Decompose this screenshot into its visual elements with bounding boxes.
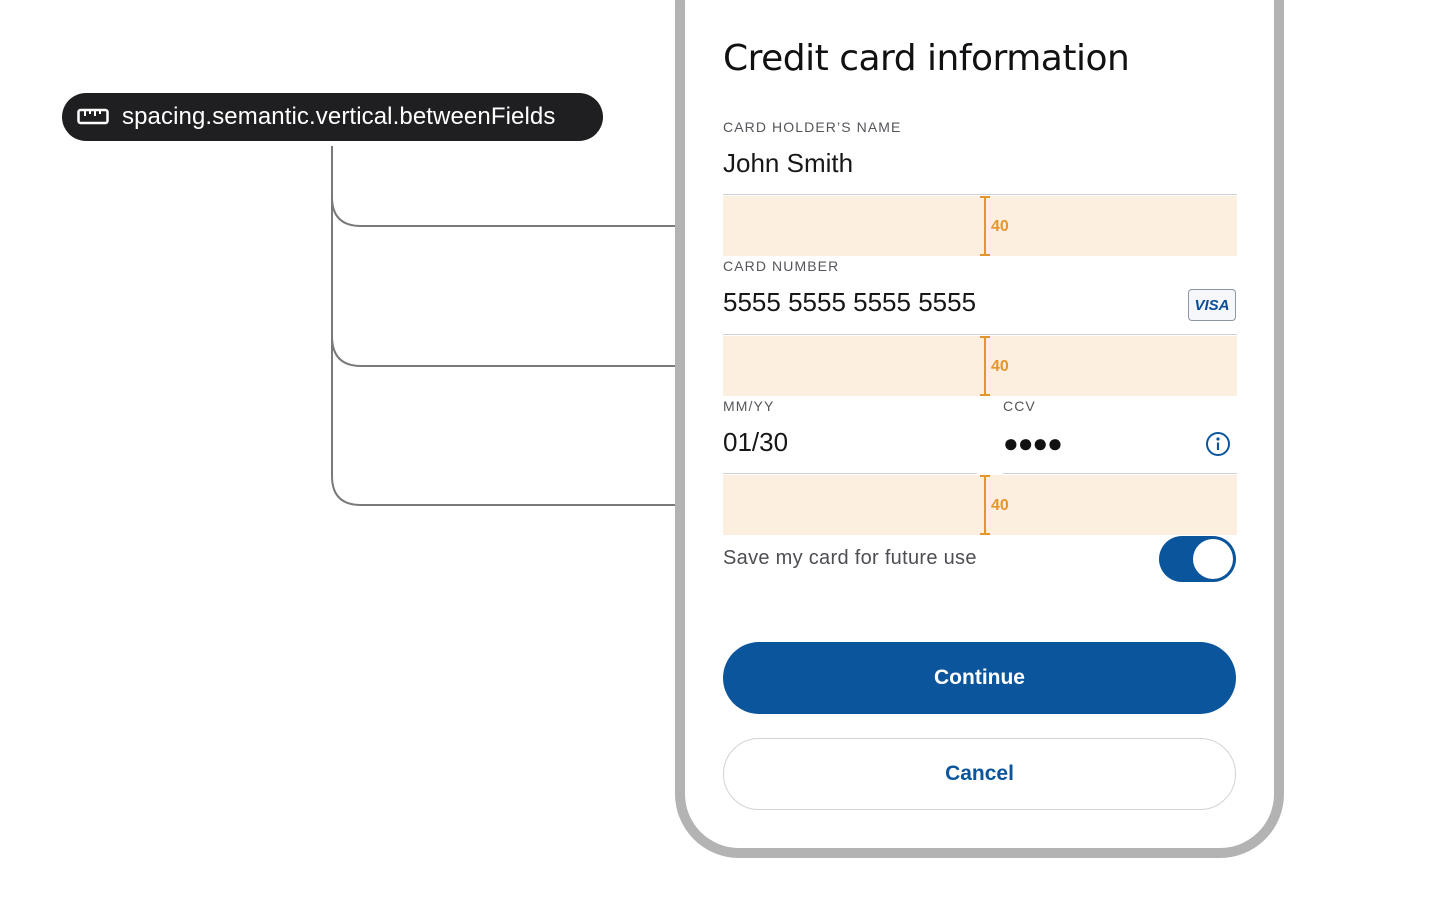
ccv-field[interactable]: ●●●●: [1003, 428, 1063, 459]
expiry-field[interactable]: 01/30: [723, 427, 788, 458]
expiry-label: MM/YY: [723, 398, 775, 414]
continue-button[interactable]: Continue: [723, 642, 1236, 714]
card-holder-field[interactable]: John Smith: [723, 148, 853, 179]
info-icon[interactable]: [1205, 431, 1231, 457]
connector-arrow-3: [331, 336, 716, 506]
card-holder-underline: [723, 194, 1237, 195]
card-number-label: CARD NUMBER: [723, 258, 840, 274]
save-card-label: Save my card for future use: [723, 547, 977, 569]
card-number-underline: [723, 334, 1237, 335]
card-holder-label: CARD HOLDER’S NAME: [723, 119, 902, 135]
ccv-label: CCV: [1003, 398, 1036, 414]
save-card-toggle[interactable]: [1159, 536, 1236, 582]
toggle-knob: [1193, 539, 1233, 579]
card-number-field[interactable]: 5555 5555 5555 5555: [723, 287, 976, 318]
cancel-button[interactable]: Cancel: [723, 738, 1236, 810]
page-title: Credit card information: [723, 38, 1130, 79]
connector-arrow-1: [331, 146, 716, 227]
spacing-value-2: 40: [991, 358, 1009, 375]
spacing-value-1: 40: [991, 218, 1009, 235]
spacing-value-3: 40: [991, 497, 1009, 514]
ccv-underline: [1003, 473, 1237, 474]
connector-arrow-2: [331, 197, 716, 367]
expiry-underline: [723, 473, 977, 474]
visa-icon: VISA: [1188, 289, 1236, 321]
